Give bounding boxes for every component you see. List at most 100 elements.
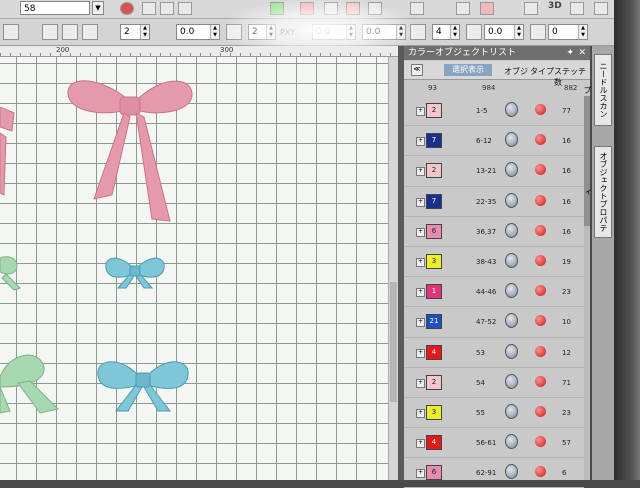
object-glyph-icon (505, 313, 518, 329)
tool-icon[interactable] (178, 2, 192, 15)
color-swatch[interactable]: 21 (426, 314, 442, 330)
object-glyph-icon (505, 252, 518, 268)
expand-row-icon[interactable]: + (416, 439, 425, 449)
color-row[interactable]: + 1 44-46 23 (404, 277, 584, 308)
align-left-icon[interactable] (42, 24, 58, 40)
expand-row-icon[interactable]: + (416, 408, 425, 418)
design-canvas[interactable] (0, 57, 388, 480)
color-swatch[interactable]: 7 (426, 133, 442, 149)
expand-row-icon[interactable]: + (416, 257, 425, 267)
stitch-count: 16 (562, 137, 571, 146)
tab-object-properties[interactable]: オブジェクトプロパティ (583, 146, 612, 238)
color-row[interactable]: + 2 13-21 16 (404, 156, 584, 187)
angle-input[interactable]: 0 ▲ ▼ (548, 24, 588, 40)
line-icon[interactable] (456, 2, 470, 15)
expand-row-icon[interactable]: + (416, 469, 425, 479)
color-row[interactable]: + 2 1-5 77 (404, 96, 584, 127)
color-row[interactable]: + 6 36,37 16 (404, 217, 584, 247)
grid-icon[interactable] (410, 24, 426, 40)
color-swatch[interactable]: 6 (426, 223, 442, 239)
color-swatch[interactable]: 2 (426, 163, 442, 179)
run-input[interactable]: 2 ▲ ▼ (248, 24, 276, 40)
color-swatch[interactable]: 3 (426, 253, 442, 269)
stitch-type-icon (535, 224, 546, 236)
panel-scrollbar[interactable] (584, 96, 590, 480)
expand-row-icon[interactable]: + (416, 137, 425, 147)
color-swatch[interactable]: 7 (426, 193, 442, 209)
wrench-icon[interactable] (410, 2, 424, 15)
color-row[interactable]: + 3 38-43 19 (404, 247, 584, 278)
paste-icon[interactable] (160, 2, 174, 15)
align-right-icon[interactable] (82, 24, 98, 40)
stitch-count: 12 (562, 348, 571, 357)
color-row[interactable]: + 21 47-52 10 (404, 307, 584, 338)
design-number-field[interactable]: 58 (20, 1, 90, 15)
offset-input[interactable]: 0.0 ▲ ▼ (362, 24, 406, 40)
design-number-dropdown[interactable]: ▼ (92, 1, 104, 15)
tab-needle-scan[interactable]: ニードルスカンプ (583, 54, 612, 126)
green-bow-partial-bottom[interactable] (0, 347, 64, 417)
expand-row-icon[interactable]: + (416, 167, 425, 177)
color-row[interactable]: + 6 62-91 6 (404, 458, 584, 488)
expand-row-icon[interactable]: + (416, 318, 425, 328)
color-swatch[interactable]: 4 (426, 344, 442, 360)
expand-row-icon[interactable]: + (416, 197, 425, 207)
color-swatch[interactable]: 3 (426, 404, 442, 420)
dots-icon[interactable] (368, 2, 382, 15)
close-icon[interactable]: ✕ (578, 46, 586, 60)
sphere-icon[interactable] (324, 2, 338, 15)
stitch-count: 23 (562, 288, 571, 297)
pen-icon[interactable] (466, 24, 482, 40)
green-bow-partial-top[interactable] (0, 252, 26, 292)
color-row[interactable]: + 7 6-12 16 (404, 126, 584, 157)
large-blue-bow-design[interactable] (90, 355, 196, 415)
stitch-type-icon (535, 405, 546, 417)
expand-row-icon[interactable]: + (416, 378, 425, 388)
monitor-icon[interactable] (594, 2, 608, 15)
color-row[interactable]: + 3 55 23 (404, 398, 584, 429)
pink-tool-icon[interactable] (300, 2, 314, 15)
stitch-count: 10 (562, 318, 571, 327)
color-swatch[interactable]: 2 (426, 374, 442, 390)
expand-row-icon[interactable]: + (416, 348, 425, 358)
pink-bow-design[interactable] (60, 71, 200, 231)
small-blue-bow-design[interactable] (100, 252, 170, 292)
pin-icon[interactable]: ✦ (566, 46, 574, 60)
triangle-icon[interactable] (62, 24, 78, 40)
panel-scroll-thumb[interactable] (584, 96, 590, 226)
red-flower-icon[interactable] (346, 2, 360, 15)
select-tool-icon[interactable] (3, 24, 19, 40)
color-row[interactable]: + 7 22-35 16 (404, 187, 584, 217)
pink-bow-partial[interactable] (0, 107, 16, 197)
camera-icon[interactable] (570, 2, 584, 15)
fill-tool-icon[interactable] (226, 24, 242, 40)
stitch-icon[interactable] (480, 2, 494, 15)
expand-row-icon[interactable]: + (416, 227, 425, 237)
expand-all-icon[interactable]: ≪ (411, 64, 423, 76)
select-display-button[interactable]: 選択表示 (444, 64, 492, 76)
color-wheel-icon[interactable] (120, 2, 134, 15)
column-object[interactable]: オブジ (504, 66, 528, 77)
color-swatch[interactable]: 2 (426, 103, 442, 118)
color-swatch[interactable]: 6 (426, 465, 442, 481)
copy-icon[interactable] (142, 2, 156, 15)
slash-icon[interactable] (530, 24, 546, 40)
color-row[interactable]: + 4 53 12 (404, 338, 584, 368)
spacing-input[interactable]: 2 ▲ ▼ (120, 24, 150, 40)
pxy-input[interactable]: 0.0 ▲ ▼ (312, 24, 356, 40)
color-row[interactable]: + 2 54 71 (404, 368, 584, 398)
object-range: 36,37 (476, 227, 497, 236)
count-input[interactable]: 4 ▲ ▼ (432, 24, 460, 40)
color-swatch[interactable]: 4 (426, 435, 442, 451)
color-row[interactable]: + 4 56-61 57 (404, 428, 584, 459)
expand-row-icon[interactable]: + (416, 288, 425, 298)
object-glyph-icon (505, 373, 518, 389)
color-swatch[interactable]: 1 (426, 284, 442, 300)
width-input[interactable]: 0.0 ▲ ▼ (484, 24, 524, 40)
column-type[interactable]: タイプ (530, 66, 554, 77)
network-icon[interactable] (524, 2, 538, 15)
density-input[interactable]: 0.0 ▲ ▼ (176, 24, 220, 40)
canvas-scroll-thumb[interactable] (390, 282, 397, 402)
green-tool-icon[interactable] (270, 2, 284, 15)
expand-row-icon[interactable]: + (416, 107, 425, 116)
